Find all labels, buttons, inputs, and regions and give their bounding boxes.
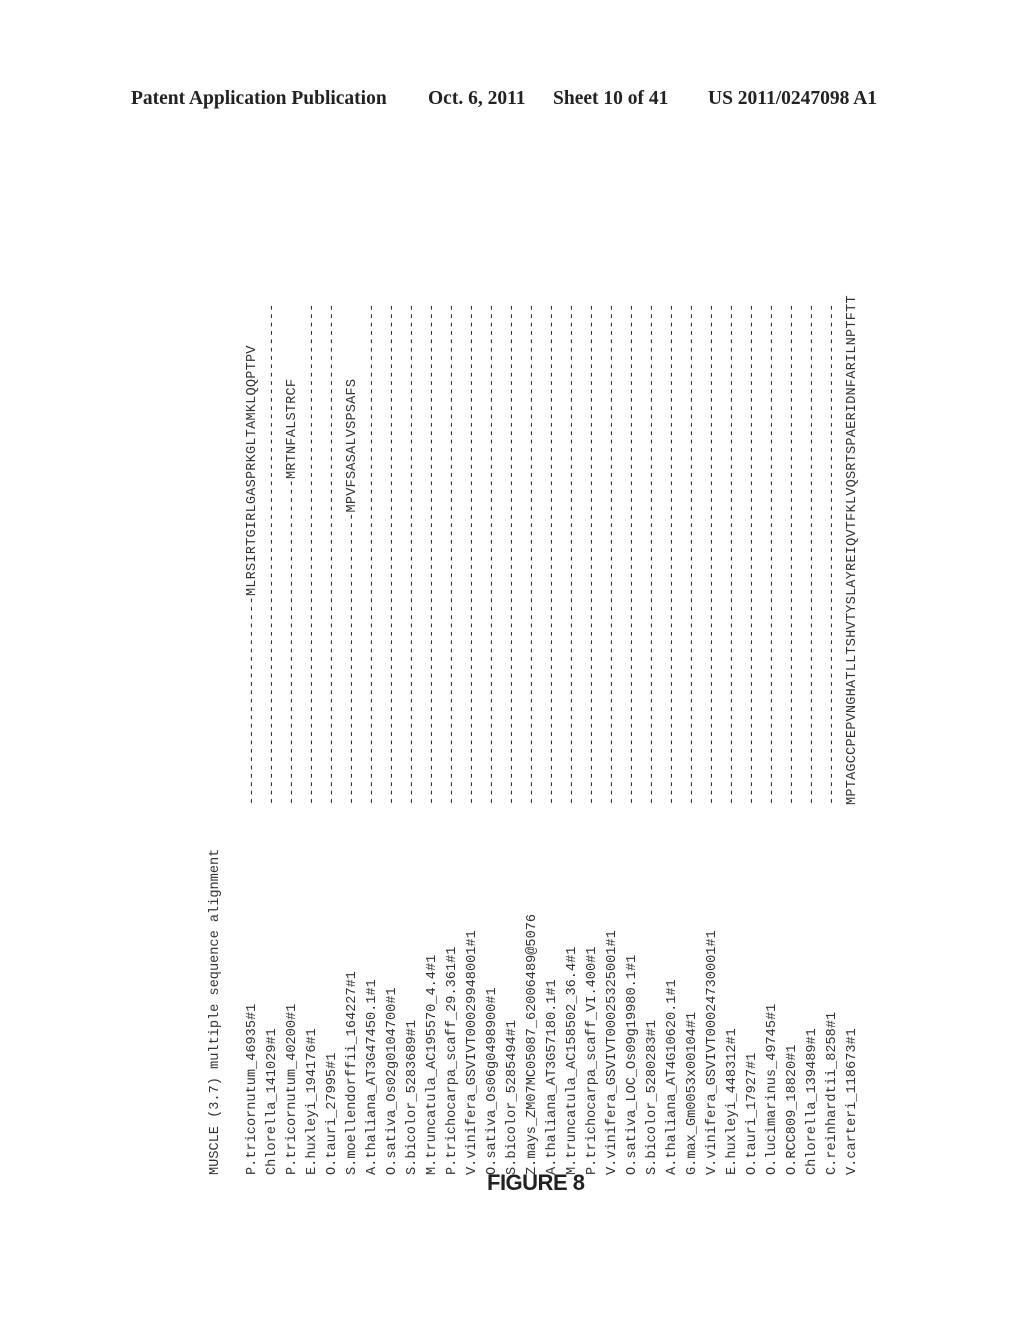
sequence-name: V.vinifera_GSVIVT00029948001#1 [465, 930, 480, 1175]
sequence-residues: ----------------------------------------… [725, 303, 740, 805]
sequence-residues: ----------------------------------------… [585, 303, 600, 805]
sequence-residues: ----------------------------------------… [625, 303, 640, 805]
sequence-residues: ----------------------------------------… [745, 303, 760, 805]
sequence-name: O.sativa_LOC_Os09g19980.1#1 [625, 954, 640, 1175]
sequence-residues: ----------------------------------------… [265, 303, 280, 805]
sequence-name: S.bicolor_5285494#1 [505, 1020, 520, 1175]
sequence-name: Chlorella_139489#1 [805, 1028, 820, 1175]
sequence-name: O.RCC809_18820#1 [785, 1044, 800, 1175]
sequence-name: V.vinifera_GSVIVT00024730001#1 [705, 930, 720, 1175]
publication-date: Oct. 6, 2011 [428, 88, 526, 109]
figure-label: FIGURE 8 [487, 1170, 585, 1195]
sequence-name: S.bicolor_5280283#1 [645, 1020, 660, 1175]
sequence-name: Z.mays_ZM07MC05087_62006489@5076 [525, 913, 540, 1175]
sequence-residues: ----------------------------------------… [465, 303, 480, 805]
sequence-residues: ----------------------------------------… [665, 303, 680, 805]
alignment-title: MUSCLE (3.7) multiple sequence alignment [208, 848, 223, 1175]
sequence-name: E.huxleyi_194176#1 [305, 1028, 320, 1175]
sequence-name: P.tricornutum_40200#1 [285, 1003, 300, 1175]
sequence-name: Chlorella_141029#1 [265, 1028, 280, 1175]
sequence-residues: ----------------------------------------… [545, 303, 560, 805]
sheet-number: Sheet 10 of 41 [553, 88, 669, 109]
sequence-residues: -------------------------MLRSIRTGIRLGASP… [245, 345, 260, 805]
sequence-residues: ---------------------------------------M… [285, 378, 300, 805]
sequence-residues: ----------------------------------------… [825, 303, 840, 805]
sequence-name: A.thaliana_AT3G57180.1#1 [545, 979, 560, 1175]
sequence-name: S.moellendorffii_164227#1 [345, 971, 360, 1175]
sequence-name: G.max_Gm0053x00104#1 [685, 1011, 700, 1175]
sequence-name: M.truncatula_AC195570_4.4#1 [425, 954, 440, 1175]
sequence-name: E.huxleyi_448312#1 [725, 1028, 740, 1175]
sequence-residues: ----------------------------------------… [565, 303, 580, 805]
sequence-residues: ----------------------------------------… [485, 303, 500, 805]
sequence-name: V.carteri_118673#1 [845, 1028, 860, 1175]
sequence-name: O.sativa_Os02g0104700#1 [385, 987, 400, 1175]
sequence-residues: ----------------------------------------… [305, 303, 320, 805]
sequence-residues: ----------------------------------------… [605, 303, 620, 805]
sequence-residues: ----------------------------------------… [645, 303, 660, 805]
sequence-residues: ----------------------------------------… [325, 303, 340, 805]
sequence-name: S.bicolor_5283689#1 [405, 1020, 420, 1175]
sequence-residues: ----------------------------------------… [445, 303, 460, 805]
sequence-name: M.truncatula_AC158502_36.4#1 [565, 946, 580, 1175]
sequence-residues: ----------------------------------------… [365, 303, 380, 805]
sequence-name: O.lucimarinus_49745#1 [765, 1003, 780, 1175]
sequence-name: O.sativa_Os06g0498900#1 [485, 987, 500, 1175]
sequence-residues: ----------------------------------------… [425, 303, 440, 805]
sequence-name: V.vinifera_GSVIVT00025325001#1 [605, 930, 620, 1175]
sequence-name: P.tricornutum_46935#1 [245, 1003, 260, 1175]
sequence-name: O.tauri_17927#1 [745, 1052, 760, 1175]
sequence-residues: ----------------------------------------… [525, 303, 540, 805]
patent-header: Patent Application Publication Oct. 6, 2… [0, 88, 1024, 118]
sequence-name: A.thaliana_AT4G10620.1#1 [665, 979, 680, 1175]
sequence-residues: ----------------------------------------… [685, 303, 700, 805]
sequence-name: O.tauri_27995#1 [325, 1052, 340, 1175]
sequence-name: P.trichocarpa_scaff_29.361#1 [445, 946, 460, 1175]
sequence-residues: MPTAGCCPEPVNGHATLLTSHVTYSLAYREIQVTFKLVQS… [845, 295, 860, 805]
sequence-name: C.reinhardtii_8258#1 [825, 1011, 840, 1175]
sequence-residues: ----------------------------------------… [805, 303, 820, 805]
sequence-residues: ----------------------------------------… [505, 303, 520, 805]
sequence-residues: ----------------------------------------… [705, 303, 720, 805]
patent-number: US 2011/0247098 A1 [708, 88, 878, 109]
sequence-residues: ----------------------------------------… [765, 303, 780, 805]
sequence-residues: ----------------------------------------… [385, 303, 400, 805]
sequence-residues: ----------------------------------------… [785, 303, 800, 805]
sequence-name: A.thaliana_AT3G47450.1#1 [365, 979, 380, 1175]
publication-title: Patent Application Publication [131, 88, 387, 109]
sequence-residues: -----------------------------------MPVFS… [345, 378, 360, 805]
sequence-name: P.trichocarpa_scaff_VI.400#1 [585, 946, 600, 1175]
sequence-residues: ----------------------------------------… [405, 303, 420, 805]
sequence-alignment-figure: MUSCLE (3.7) multiple sequence alignment… [205, 165, 865, 1175]
